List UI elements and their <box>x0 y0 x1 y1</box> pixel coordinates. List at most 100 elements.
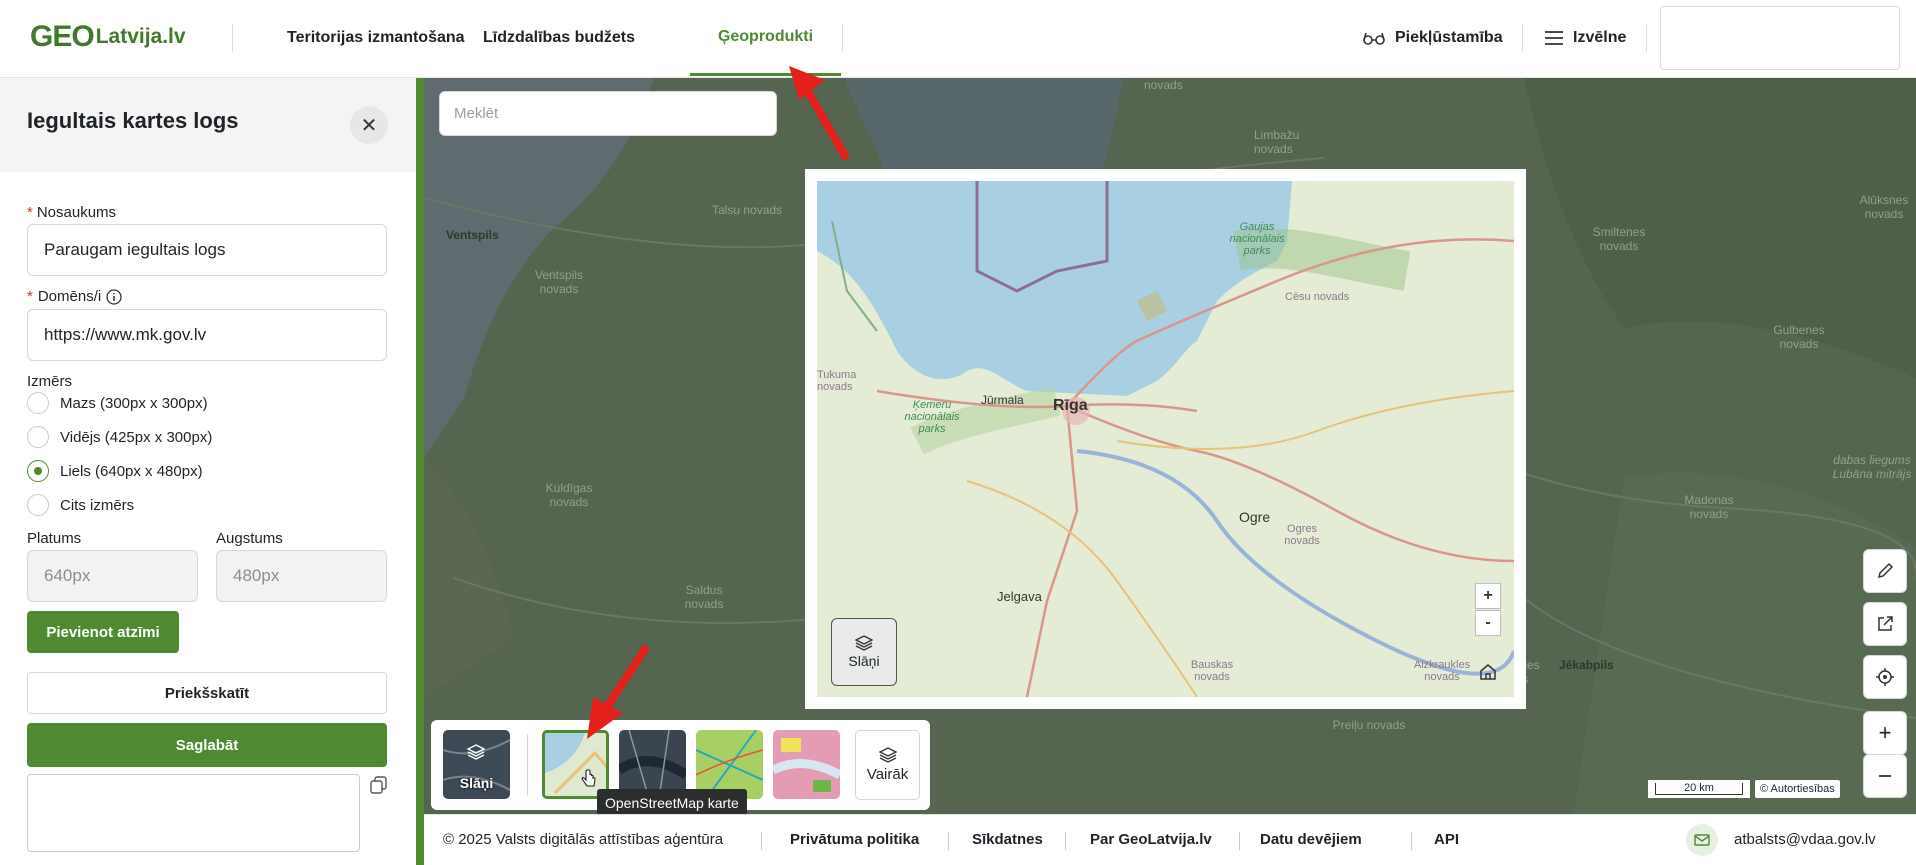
header-divider <box>1522 24 1523 52</box>
measure-tool-button[interactable] <box>1864 550 1906 592</box>
attribution-button[interactable]: © Autortiesības <box>1755 780 1840 798</box>
hamburger-icon <box>1545 31 1563 45</box>
embed-zoom-out-button[interactable]: - <box>1475 610 1501 636</box>
basemap-divider <box>527 734 528 796</box>
embed-home-button[interactable] <box>1475 659 1501 685</box>
footer-link-privacy[interactable]: Privātuma politika <box>790 831 919 848</box>
nav-lidzdalibas-budzets[interactable]: Līdzdalības budžets <box>483 0 635 76</box>
copy-icon[interactable] <box>370 776 388 794</box>
basemap-more-button[interactable]: Vairāk <box>855 730 920 800</box>
locate-icon <box>1876 668 1894 686</box>
embed-map-label: Rīga <box>1053 397 1088 414</box>
layers-icon <box>467 744 485 760</box>
embed-zoom-in-button[interactable]: + <box>1475 583 1501 609</box>
embed-map-label: Aizkraukles novads <box>1413 659 1471 683</box>
footer-divider <box>948 832 949 850</box>
footer-link-data-providers[interactable]: Datu devējiem <box>1260 831 1362 848</box>
panel-title: Iegultais kartes logs <box>27 108 239 133</box>
accessibility-label: Piekļūstamība <box>1395 29 1503 46</box>
footer-divider <box>1239 832 1240 850</box>
accessibility-button[interactable]: Piekļūstamība <box>1363 22 1503 54</box>
map-label: Smiltenes novads <box>1592 225 1646 253</box>
embed-map-label: Tukuma novads <box>817 369 857 393</box>
radio-circle-selected[interactable] <box>27 460 49 482</box>
zoom-out-button[interactable] <box>1864 755 1906 797</box>
embed-preview-map[interactable]: Gaujas nacionālais parks Cēsu novads Tuk… <box>817 181 1514 697</box>
menu-label: Izvēlne <box>1573 29 1627 46</box>
embed-map-label: Jūrmala <box>981 393 1024 407</box>
map-label: Talsu novads <box>712 203 783 217</box>
preview-button[interactable]: Priekšskatīt <box>27 672 387 714</box>
width-input[interactable]: 640px <box>27 550 198 602</box>
logo-lv-text: Latvija.lv <box>95 25 186 48</box>
size-option-large[interactable]: Liels (640px x 480px) <box>27 460 203 482</box>
map-label: Kuldīgas novads <box>545 481 593 509</box>
layers-icon <box>855 635 873 651</box>
height-input[interactable]: 480px <box>216 550 387 602</box>
embed-map-label: Ogre <box>1239 509 1271 525</box>
embed-preview: Gaujas nacionālais parks Cēsu novads Tuk… <box>805 169 1526 709</box>
embed-settings-panel: Iegultais kartes logs ✕ * Nosaukums Parau… <box>0 78 416 865</box>
footer-link-cookies[interactable]: Sīkdatnes <box>972 831 1043 848</box>
embed-map-label: Gaujas nacionālais parks <box>1229 221 1285 257</box>
panel-header: Iegultais kartes logs ✕ <box>0 78 416 172</box>
embed-code-textarea[interactable] <box>27 774 360 852</box>
landuse-thumbnail <box>773 738 840 792</box>
basemap-layers-button[interactable]: Slāņi <box>443 730 510 799</box>
size-label: Izmērs <box>27 373 72 390</box>
plus-icon: + <box>1878 720 1892 745</box>
domain-label: * Domēns/i <box>27 288 122 305</box>
size-option-medium[interactable]: Vidējs (425px x 300px) <box>27 426 212 448</box>
footer-link-about[interactable]: Par GeoLatvija.lv <box>1090 831 1212 848</box>
footer-divider <box>761 832 762 850</box>
home-icon <box>1480 664 1496 680</box>
map-scale: 20 km <box>1648 780 1750 798</box>
zoom-in-button[interactable]: + <box>1864 712 1906 754</box>
map-label: novads <box>1144 78 1183 92</box>
annotation-arrow-icon <box>789 66 849 160</box>
map-search-input[interactable]: Meklēt <box>439 91 777 136</box>
menu-button[interactable]: Izvēlne <box>1545 22 1626 54</box>
footer-copyright: © 2025 Valsts digitālās attīstības aģent… <box>443 831 724 848</box>
radio-circle[interactable] <box>27 494 49 516</box>
info-icon[interactable] <box>106 288 122 305</box>
header: GEO Latvija.lv Teritorijas izmantošana L… <box>0 0 1916 78</box>
radio-circle[interactable] <box>27 392 49 414</box>
locate-button[interactable] <box>1864 656 1906 698</box>
height-label: Augstums <box>216 530 283 547</box>
domain-field[interactable]: https://www.mk.gov.lv <box>27 309 387 361</box>
close-button[interactable]: ✕ <box>350 106 388 144</box>
embed-layers-button[interactable]: Slāņi <box>831 618 897 686</box>
radio-circle[interactable] <box>27 426 49 448</box>
map-label: Limbažu novads <box>1254 128 1300 156</box>
basemap-landuse-button[interactable] <box>773 730 840 799</box>
map-label: Ventspils novads <box>534 268 584 296</box>
save-button[interactable]: Saglabāt <box>27 723 387 767</box>
size-option-custom[interactable]: Cits izmērs <box>27 494 134 516</box>
footer-link-api[interactable]: API <box>1434 831 1459 848</box>
basemap-layers-label: Slāņi <box>459 775 494 791</box>
footer: © 2025 Valsts digitālās attīstības aģent… <box>424 814 1916 865</box>
glasses-icon <box>1363 32 1385 45</box>
geolatvija-logo[interactable]: GEO Latvija.lv <box>30 20 186 54</box>
add-marker-button[interactable]: Pievienot atzīmi <box>27 611 179 653</box>
share-button[interactable] <box>1864 603 1906 645</box>
panel-resize-handle[interactable] <box>416 78 424 865</box>
name-field[interactable]: Paraugam iegultais logs <box>27 224 387 276</box>
embed-map-label: Cēsu novads <box>1285 291 1350 303</box>
footer-divider <box>1411 832 1412 850</box>
map-label: Alūksnes novads <box>1859 193 1909 221</box>
size-option-small[interactable]: Mazs (300px x 300px) <box>27 392 208 414</box>
embed-layers-label: Slāņi <box>848 653 880 669</box>
header-divider <box>1646 24 1647 52</box>
user-box[interactable] <box>1660 6 1900 70</box>
footer-email[interactable]: atbalsts@vdaa.gov.lv <box>1734 831 1876 848</box>
width-label: Platums <box>27 530 82 547</box>
basemap-tooltip: OpenStreetMap karte <box>597 789 747 817</box>
header-divider <box>232 24 233 52</box>
close-icon: ✕ <box>360 114 378 137</box>
map-label: dabas liegums Lubāna mitrājs <box>1832 453 1912 481</box>
map-label: Saldus novads <box>684 583 724 611</box>
nav-teritorijas-izmantosana[interactable]: Teritorijas izmantošana <box>287 0 465 76</box>
embed-map-label: Ogres novads <box>1284 523 1320 547</box>
